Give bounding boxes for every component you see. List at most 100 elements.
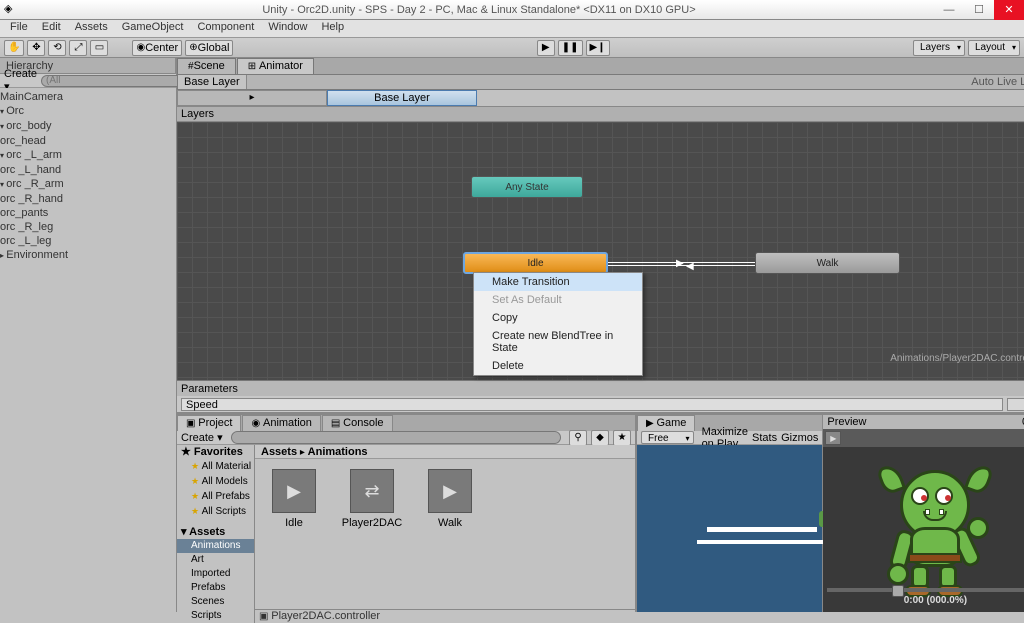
minimize-button[interactable]: — xyxy=(934,0,964,20)
fav-item[interactable]: All Models xyxy=(177,474,254,489)
step-button[interactable]: ▶❙ xyxy=(586,40,610,56)
preview-play-button[interactable]: ▶ xyxy=(825,431,841,445)
hand-tool-button[interactable]: ✋ xyxy=(4,40,24,56)
project-tree: ★ Favorites All Material All Models All … xyxy=(177,445,255,623)
ctx-delete[interactable]: Delete xyxy=(474,357,642,375)
hierarchy-item[interactable]: orc _R_arm xyxy=(0,177,176,192)
breadcrumb[interactable]: Assets ▸ Animations xyxy=(255,445,635,459)
window-title: Unity - Orc2D.unity - SPS - Day 2 - PC, … xyxy=(24,4,934,16)
project-statusbar: ▣ Player2DAC.controller xyxy=(255,609,635,623)
project-search-input[interactable] xyxy=(231,431,561,444)
preview-time: 0:00 (000.0%) xyxy=(823,595,1024,606)
filter-button-2[interactable]: ◆ xyxy=(591,430,609,446)
tab-scene[interactable]: #Scene xyxy=(177,58,236,74)
scale-tool-button[interactable]: ⤢ xyxy=(69,40,87,56)
auto-live-link-toggle[interactable]: Auto Live Link xyxy=(965,75,1024,89)
fav-item[interactable]: All Material xyxy=(177,459,254,474)
pause-button[interactable]: ❚❚ xyxy=(558,40,583,56)
menu-edit[interactable]: Edit xyxy=(36,20,67,37)
folder-item[interactable]: Imported xyxy=(177,567,254,581)
menu-help[interactable]: Help xyxy=(315,20,350,37)
hierarchy-item[interactable]: Orc xyxy=(0,104,176,119)
any-state-node[interactable]: Any State xyxy=(471,176,583,198)
hierarchy-item[interactable]: orc_head xyxy=(0,134,176,148)
menu-assets[interactable]: Assets xyxy=(69,20,114,37)
close-button[interactable]: ✕ xyxy=(994,0,1024,20)
game-view xyxy=(637,445,822,612)
folder-item[interactable]: Prefabs xyxy=(177,581,254,595)
hierarchy-item[interactable]: Environment xyxy=(0,248,176,263)
menu-window[interactable]: Window xyxy=(262,20,313,37)
animator-canvas[interactable]: Any State ▶◀ Idle Walk Make Transition S… xyxy=(177,122,1024,380)
hierarchy-item[interactable]: orc _L_hand xyxy=(0,163,176,177)
window-buttons: — ☐ ✕ xyxy=(934,0,1024,20)
base-layer-pill[interactable]: Base Layer xyxy=(327,90,477,106)
preview-slider[interactable] xyxy=(827,588,1024,592)
unity-icon: ◈ xyxy=(4,2,20,18)
titlebar: ◈ Unity - Orc2D.unity - SPS - Day 2 - PC… xyxy=(0,0,1024,20)
pivot-global-button[interactable]: ⊕ Global xyxy=(185,40,233,56)
folder-item[interactable]: Scripts xyxy=(177,609,254,623)
hierarchy-item[interactable]: orc _R_hand xyxy=(0,192,176,206)
aspect-dropdown[interactable]: Free Aspect xyxy=(641,431,694,444)
stats-toggle[interactable]: Stats xyxy=(752,432,777,444)
fav-item[interactable]: All Prefabs xyxy=(177,489,254,504)
preview-label: Preview xyxy=(827,416,866,428)
walk-node[interactable]: Walk xyxy=(755,252,900,274)
assets-header[interactable]: ▾ Assets xyxy=(177,525,254,539)
platform xyxy=(707,527,817,532)
fav-item[interactable]: All Scripts xyxy=(177,504,254,519)
center-tabs: #Scene ⊞ Animator xyxy=(177,58,1024,74)
rotate-tool-button[interactable]: ⟲ xyxy=(48,40,66,56)
menu-gameobject[interactable]: GameObject xyxy=(116,20,190,37)
parameters-label: Parameters xyxy=(181,383,238,395)
context-menu: Make Transition Set As Default Copy Crea… xyxy=(473,272,643,376)
ctx-make-transition[interactable]: Make Transition xyxy=(474,273,642,291)
hierarchy-item[interactable]: orc_pants xyxy=(0,206,176,220)
parameter-value-input[interactable] xyxy=(1007,398,1024,411)
gizmos-toggle[interactable]: Gizmos xyxy=(781,432,818,444)
play-button[interactable]: ▶ xyxy=(537,40,555,56)
filter-button-1[interactable]: ⚲ xyxy=(569,430,587,446)
controller-path: Animations/Player2DAC.controller xyxy=(890,353,1024,364)
parameter-name[interactable]: Speed xyxy=(181,398,1003,411)
base-layer-breadcrumb[interactable]: Base Layer xyxy=(178,75,247,89)
favorites-header[interactable]: ★ Favorites xyxy=(177,445,254,459)
move-tool-button[interactable]: ✥ xyxy=(27,40,45,56)
hierarchy-item[interactable]: orc _L_arm xyxy=(0,148,176,163)
pivot-center-button[interactable]: ◉ Center xyxy=(132,40,182,56)
folder-item[interactable]: Animations xyxy=(177,539,254,553)
filter-button-3[interactable]: ★ xyxy=(613,430,631,446)
folder-item[interactable]: Art xyxy=(177,553,254,567)
hierarchy-item[interactable]: orc _R_leg xyxy=(0,220,176,234)
tab-console[interactable]: ▤ Console xyxy=(322,415,393,431)
folder-item[interactable]: Scenes xyxy=(177,595,254,609)
ctx-create-blendtree[interactable]: Create new BlendTree in State xyxy=(474,327,642,357)
tab-project[interactable]: ▣ Project xyxy=(177,415,241,431)
idle-node[interactable]: Idle xyxy=(463,252,608,274)
rect-tool-button[interactable]: ▭ xyxy=(90,40,108,56)
asset-item[interactable]: ⇄Player2DAC xyxy=(343,469,401,599)
hierarchy-item[interactable]: orc_body xyxy=(0,119,176,134)
maximize-button[interactable]: ☐ xyxy=(964,0,994,20)
layers-label: Layers xyxy=(181,108,214,120)
project-create-button[interactable]: Create ▾ xyxy=(181,431,223,444)
hierarchy-item[interactable]: orc _L_leg xyxy=(0,234,176,248)
menu-component[interactable]: Component xyxy=(191,20,260,37)
ctx-set-default[interactable]: Set As Default xyxy=(474,291,642,309)
tab-animator[interactable]: ⊞ Animator xyxy=(237,58,314,74)
hierarchy-item[interactable]: MainCamera xyxy=(0,90,176,104)
menubar: File Edit Assets GameObject Component Wi… xyxy=(0,20,1024,38)
tab-game[interactable]: ▶ Game xyxy=(637,415,695,431)
menu-file[interactable]: File xyxy=(4,20,34,37)
hierarchy-search-input[interactable] xyxy=(41,75,183,87)
layers-dropdown[interactable]: Layers xyxy=(913,40,965,56)
ctx-copy[interactable]: Copy xyxy=(474,309,642,327)
asset-item[interactable]: ▶Walk xyxy=(421,469,479,599)
tab-animation[interactable]: ◉ Animation xyxy=(242,415,320,431)
layout-dropdown[interactable]: Layout xyxy=(968,40,1020,56)
hierarchy-panel: Hierarchy Create ▾ MainCameraOrcorc_body… xyxy=(0,58,177,612)
transition-arrow[interactable]: ▶◀ xyxy=(608,260,755,268)
asset-item[interactable]: ▶Idle xyxy=(265,469,323,599)
preview-viewport: 0:00 (000.0%) xyxy=(823,447,1024,612)
